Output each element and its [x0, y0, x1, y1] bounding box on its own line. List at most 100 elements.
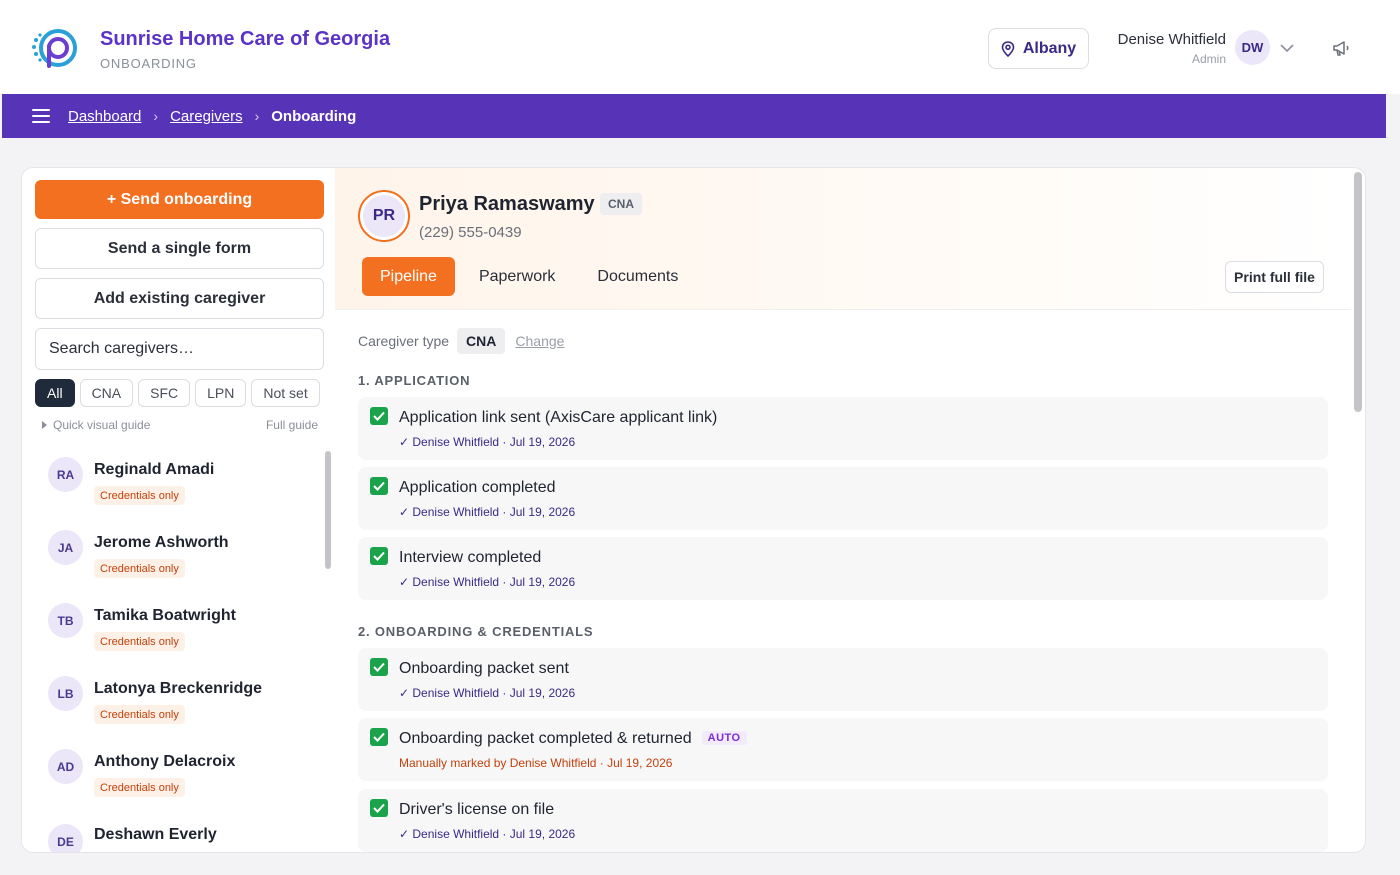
- step-meta: ✓ Denise Whitfield · Jul 19, 2026: [399, 505, 576, 519]
- caregiver-name: Reginald Amadi: [94, 461, 215, 478]
- top-header: Sunrise Home Care of Georgia ONBOARDING …: [0, 0, 1400, 94]
- quick-visual-guide-label: Quick visual guide: [53, 418, 151, 432]
- step-title: Application link sent (AxisCare applican…: [399, 409, 718, 426]
- filter-lpn[interactable]: LPN: [195, 379, 247, 407]
- status-badge: Credentials only: [94, 486, 185, 505]
- status-badge: Credentials only: [94, 705, 185, 724]
- avatar: AD: [48, 749, 83, 784]
- company-logo-icon: [32, 29, 77, 68]
- list-item[interactable]: LB Latonya Breckenridge Credentials only: [22, 667, 322, 740]
- filter-not-set[interactable]: Not set: [251, 379, 320, 407]
- checkbox-checked-icon[interactable]: [370, 658, 388, 676]
- hamburger-menu-icon[interactable]: [32, 109, 50, 123]
- avatar: TB: [48, 603, 83, 638]
- chevron-right-icon: ›: [254, 108, 260, 124]
- org-name: Sunrise Home Care of Georgia: [100, 28, 391, 50]
- caregiver-type-badge: CNA: [600, 193, 642, 215]
- list-item[interactable]: AD Anthony Delacroix Credentials only: [22, 740, 322, 813]
- breadcrumb-caregivers[interactable]: Caregivers: [170, 108, 243, 125]
- status-badge: Credentials only: [94, 559, 185, 578]
- search-caregivers-input[interactable]: [35, 328, 324, 370]
- caregiver-name: Anthony Delacroix: [94, 753, 236, 770]
- step-title: Application completed: [399, 479, 556, 496]
- list-item[interactable]: DE Deshawn Everly: [22, 813, 322, 852]
- print-full-file-button[interactable]: Print full file: [1225, 261, 1324, 293]
- step-title: Onboarding packet completed & returned AU…: [399, 730, 747, 748]
- caregiver-name-title: Priya Ramaswamy: [419, 193, 595, 215]
- caregiver-list: RA Reginald Amadi Credentials only JA Je…: [22, 448, 322, 852]
- filter-all[interactable]: All: [35, 379, 75, 407]
- step-meta: Manually marked by Denise Whitfield · Ju…: [399, 756, 673, 770]
- map-pin-icon: [1001, 40, 1015, 57]
- step-meta: ✓ Denise Whitfield · Jul 19, 2026: [399, 686, 576, 700]
- checkbox-checked-icon[interactable]: [370, 799, 388, 817]
- caret-right-icon: [42, 421, 47, 429]
- step-meta: ✓ Denise Whitfield · Jul 19, 2026: [399, 575, 576, 589]
- auto-badge: AUTO: [701, 731, 747, 745]
- breadcrumb-bar: Dashboard › Caregivers › Onboarding: [2, 94, 1386, 138]
- breadcrumb-current: Onboarding: [271, 107, 357, 125]
- avatar: LB: [48, 676, 83, 711]
- type-filter-chips: All CNA SFC LPN Not set: [35, 379, 320, 407]
- list-item[interactable]: RA Reginald Amadi Credentials only: [22, 448, 322, 521]
- checkbox-checked-icon[interactable]: [370, 407, 388, 425]
- pipeline-step: Interview completed ✓ Denise Whitfield ·…: [358, 537, 1328, 600]
- status-badge: Credentials only: [94, 778, 185, 797]
- change-type-link[interactable]: Change: [515, 333, 564, 349]
- caregiver-phone: (229) 555-0439: [419, 224, 522, 241]
- step-title: Driver's license on file: [399, 801, 555, 818]
- caregiver-name: Jerome Ashworth: [94, 534, 229, 551]
- breadcrumb: Dashboard › Caregivers › Onboarding: [68, 94, 356, 138]
- list-item[interactable]: TB Tamika Boatwright Credentials only: [22, 594, 322, 667]
- caregiver-detail-panel: PR Priya Ramaswamy CNA (229) 555-0439 Pi…: [335, 167, 1366, 853]
- list-item[interactable]: JA Jerome Ashworth Credentials only: [22, 521, 322, 594]
- step-title: Interview completed: [399, 549, 542, 566]
- step-meta: ✓ Denise Whitfield · Jul 19, 2026: [399, 827, 576, 841]
- caregiver-sidebar: + Send onboarding Send a single form Add…: [21, 167, 335, 853]
- chevron-down-icon[interactable]: [1279, 40, 1295, 56]
- location-label: Albany: [1022, 39, 1077, 57]
- checkbox-checked-icon[interactable]: [370, 477, 388, 495]
- list-scrollbar[interactable]: [325, 451, 331, 569]
- user-avatar[interactable]: DW: [1235, 30, 1270, 65]
- filter-cna[interactable]: CNA: [79, 379, 134, 407]
- tab-documents[interactable]: Documents: [579, 257, 696, 296]
- status-badge: Credentials only: [94, 632, 185, 651]
- avatar: DE: [48, 824, 83, 852]
- user-role: Admin: [1191, 52, 1226, 66]
- checkbox-checked-icon[interactable]: [370, 547, 388, 565]
- tab-pipeline[interactable]: Pipeline: [362, 257, 455, 296]
- step-title: Onboarding packet sent: [399, 660, 569, 677]
- filter-sfc[interactable]: SFC: [138, 379, 191, 407]
- avatar: JA: [48, 530, 83, 565]
- caregiver-type-label: Caregiver type: [358, 333, 450, 349]
- caregiver-type-value: CNA: [457, 328, 506, 354]
- pipeline-step: Application completed ✓ Denise Whitfield…: [358, 467, 1328, 530]
- user-name: Denise Whitfield: [1117, 31, 1226, 48]
- caregiver-name: Tamika Boatwright: [94, 607, 236, 624]
- profile-header: PR Priya Ramaswamy CNA (229) 555-0439 Pi…: [335, 168, 1351, 310]
- step-title-text: Onboarding packet completed & returned: [399, 730, 692, 747]
- caregiver-type-row: Caregiver type CNA Change: [358, 328, 564, 354]
- main-scrollbar[interactable]: [1354, 172, 1362, 412]
- org-subtitle: ONBOARDING: [100, 56, 197, 71]
- caregiver-name: Latonya Breckenridge: [94, 680, 263, 697]
- add-existing-caregiver-button[interactable]: Add existing caregiver: [35, 278, 324, 319]
- full-guide-link[interactable]: Full guide: [266, 418, 318, 432]
- location-selector-button[interactable]: Albany: [988, 28, 1089, 69]
- avatar: RA: [48, 457, 83, 492]
- send-onboarding-button[interactable]: + Send onboarding: [35, 180, 324, 219]
- pipeline-step: Onboarding packet completed & returned AU…: [358, 718, 1328, 781]
- step-meta: ✓ Denise Whitfield · Jul 19, 2026: [399, 435, 576, 449]
- section-title: 1. APPLICATION: [358, 373, 471, 388]
- breadcrumb-dashboard[interactable]: Dashboard: [68, 108, 141, 125]
- profile-tabs: Pipeline Paperwork Documents: [362, 257, 696, 296]
- send-single-form-button[interactable]: Send a single form: [35, 228, 324, 269]
- checkbox-checked-icon[interactable]: [370, 728, 388, 746]
- avatar: PR: [358, 190, 410, 242]
- quick-visual-guide-toggle[interactable]: Quick visual guide: [42, 418, 150, 432]
- megaphone-icon[interactable]: [1331, 38, 1351, 58]
- pipeline-step: Onboarding packet sent ✓ Denise Whitfiel…: [358, 648, 1328, 711]
- caregiver-name: Deshawn Everly: [94, 826, 217, 843]
- tab-paperwork[interactable]: Paperwork: [461, 257, 573, 296]
